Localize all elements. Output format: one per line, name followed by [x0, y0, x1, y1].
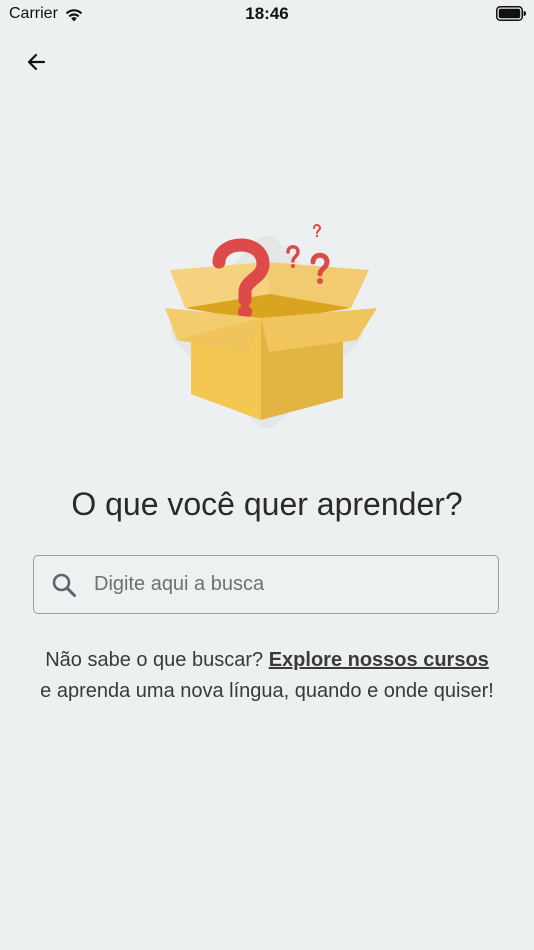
helper-text: Não sabe o que buscar? Explore nossos cu… — [40, 645, 494, 707]
arrow-left-icon — [27, 53, 46, 71]
status-time: 18:46 — [245, 4, 289, 23]
back-button[interactable] — [16, 44, 56, 80]
search-input[interactable] — [94, 556, 498, 613]
search-icon — [52, 573, 76, 597]
page-title: O que você quer aprender? — [71, 486, 463, 522]
mystery-box-illustration — [165, 224, 377, 429]
helper-prefix: Não sabe o que buscar? — [45, 649, 269, 671]
helper-suffix: e aprenda uma nova língua, quando e onde… — [40, 680, 494, 702]
battery-icon — [496, 6, 526, 21]
explore-courses-link[interactable]: Explore nossos cursos — [269, 649, 489, 671]
status-bar: Carrier 18:46 — [0, 0, 534, 28]
search-field[interactable] — [33, 555, 499, 614]
